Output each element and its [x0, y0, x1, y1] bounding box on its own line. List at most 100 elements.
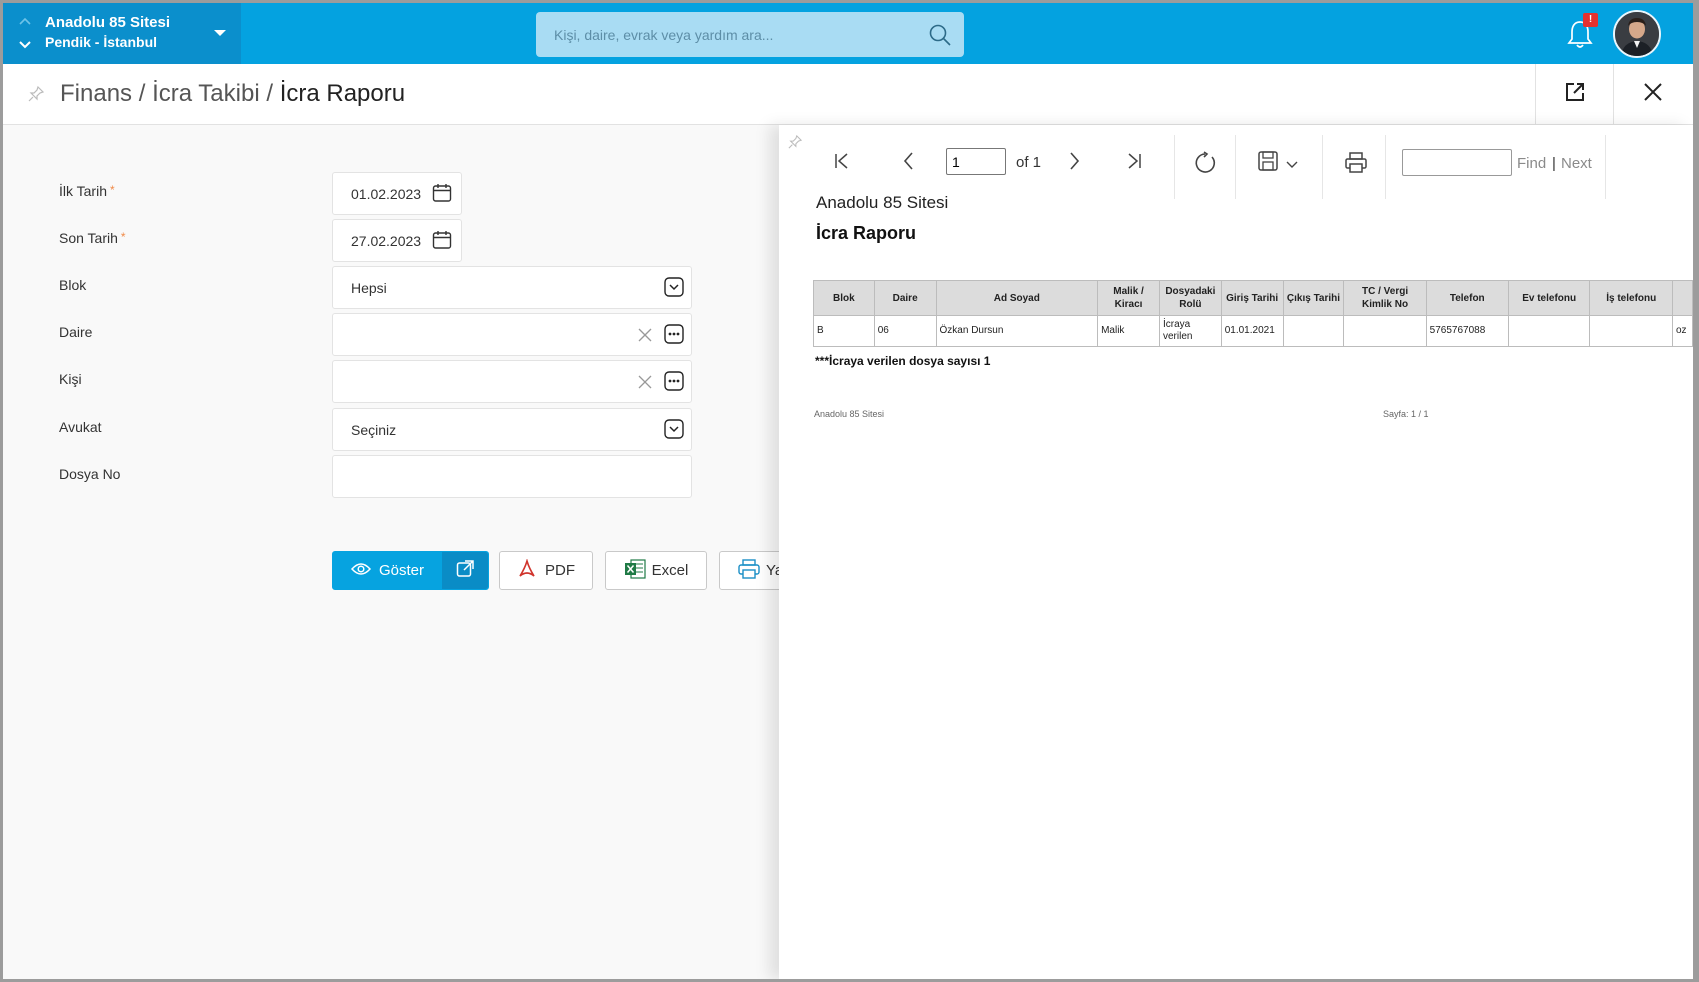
kisi-field[interactable]: [332, 360, 692, 403]
report-header-row: Blok Daire Ad Soyad Malik / Kiracı Dosya…: [813, 280, 1693, 316]
close-icon: [1643, 83, 1662, 106]
table-cell: B: [813, 315, 875, 347]
collapse-toggle-icon[interactable]: [17, 15, 33, 53]
ilk-tarih-value: 01.02.2023: [351, 186, 422, 202]
column-header: Çıkış Tarihi: [1282, 280, 1345, 316]
excel-button[interactable]: Excel: [605, 551, 707, 590]
dosya-no-label: Dosya No: [59, 466, 121, 482]
goster-new-window-button[interactable]: [442, 552, 488, 589]
table-cell: İcraya verilen: [1158, 315, 1222, 347]
column-header: Ev telefonu: [1507, 280, 1591, 316]
goster-button-group: Göster: [332, 551, 489, 590]
toolbar-separator: [1605, 135, 1606, 199]
daire-field[interactable]: [332, 313, 692, 356]
breadcrumb-separator: /: [132, 80, 153, 107]
table-row: B 06 Özkan Dursun Malik İcraya verilen 0…: [813, 315, 1693, 347]
son-tarih-label-text: Son Tarih: [59, 230, 118, 246]
required-marker: *: [109, 183, 115, 197]
column-header: Blok: [813, 280, 875, 316]
clear-icon[interactable]: [638, 375, 652, 394]
report-footer-page: Sayfa: 1 / 1: [1383, 409, 1429, 419]
close-button[interactable]: [1613, 64, 1691, 125]
site-switcher[interactable]: Anadolu 85 Sitesi Pendik - İstanbul: [3, 3, 241, 64]
dropdown-chevron-icon[interactable]: [664, 277, 684, 302]
notification-badge: !: [1583, 13, 1598, 27]
toolbar-separator: [1385, 135, 1386, 199]
clear-icon[interactable]: [638, 328, 652, 347]
search-input[interactable]: [536, 12, 916, 57]
goster-label: Göster: [378, 562, 424, 579]
avukat-select[interactable]: Seçiniz: [332, 408, 692, 451]
excel-label: Excel: [651, 562, 689, 579]
next-page-icon[interactable]: [1064, 151, 1084, 176]
table-cell: 5765767088: [1425, 315, 1509, 347]
open-new-window-button[interactable]: [1535, 64, 1613, 125]
table-cell: Malik: [1097, 315, 1160, 347]
goster-button[interactable]: Göster: [333, 552, 442, 589]
find-separator: |: [1552, 155, 1556, 172]
calendar-icon[interactable]: [432, 183, 452, 208]
blok-select[interactable]: Hepsi: [332, 266, 692, 309]
report-viewer: of 1 Find | Next Anadolu 85 Sitesi İcra …: [779, 125, 1693, 979]
report-site-name: Anadolu 85 Sitesi: [816, 193, 949, 212]
report-table: Blok Daire Ad Soyad Malik / Kiracı Dosya…: [813, 280, 1693, 347]
breadcrumb: Finans / İcra Takibi / İcra Raporu: [60, 80, 405, 108]
column-header: Daire: [873, 280, 937, 316]
caret-down-icon[interactable]: [213, 25, 227, 43]
pin-icon[interactable]: [788, 134, 803, 154]
column-header: Giriş Tarihi: [1220, 280, 1284, 316]
son-tarih-field[interactable]: 27.02.2023: [332, 219, 462, 262]
more-options-icon[interactable]: [664, 371, 684, 396]
pdf-button[interactable]: PDF: [499, 551, 593, 590]
refresh-icon[interactable]: [1193, 151, 1217, 180]
first-page-icon[interactable]: [832, 151, 852, 176]
table-cell: [1589, 315, 1673, 347]
avukat-label: Avukat: [59, 419, 102, 435]
toolbar-separator: [1235, 135, 1236, 199]
save-export-icon[interactable]: [1258, 150, 1302, 179]
ilk-tarih-field[interactable]: 01.02.2023: [332, 172, 462, 215]
breadcrumb-separator: /: [259, 80, 280, 107]
next-link[interactable]: Next: [1561, 155, 1592, 172]
more-options-icon[interactable]: [664, 324, 684, 349]
column-header: [1672, 280, 1693, 316]
report-summary-note: ***İcraya verilen dosya sayısı 1: [815, 354, 991, 368]
page-number-input[interactable]: [946, 148, 1006, 175]
table-cell: [1343, 315, 1427, 347]
print-icon[interactable]: [1344, 151, 1368, 180]
daire-label: Daire: [59, 324, 93, 340]
pdf-icon: [517, 557, 537, 583]
table-cell: 06: [873, 315, 937, 347]
user-avatar[interactable]: [1613, 10, 1661, 58]
pdf-label: PDF: [545, 562, 575, 579]
app-window: Anadolu 85 Sitesi Pendik - İstanbul !: [3, 3, 1693, 979]
dropdown-chevron-icon[interactable]: [664, 419, 684, 444]
site-name: Anadolu 85 Sitesi: [45, 14, 171, 31]
find-link[interactable]: Find: [1517, 155, 1546, 172]
breadcrumb-icra-takibi[interactable]: İcra Takibi: [152, 80, 260, 107]
printer-icon: [738, 558, 760, 583]
column-header: TC / Vergi Kimlik No: [1343, 280, 1427, 316]
search-icon[interactable]: [928, 23, 952, 52]
calendar-icon[interactable]: [432, 230, 452, 255]
top-bar: Anadolu 85 Sitesi Pendik - İstanbul !: [3, 3, 1693, 64]
dosya-no-input[interactable]: [332, 455, 692, 498]
page-count-label: of 1: [1016, 154, 1042, 171]
global-search: [536, 12, 964, 57]
toolbar-separator: [1174, 135, 1175, 199]
table-cell: 01.01.2021: [1220, 315, 1284, 347]
report-footer-site: Anadolu 85 Sitesi: [814, 409, 885, 419]
last-page-icon[interactable]: [1124, 151, 1144, 176]
column-header: Malik / Kiracı: [1097, 280, 1160, 316]
column-header: Ad Soyad: [935, 280, 1099, 316]
table-cell: [1282, 315, 1345, 347]
external-link-icon: [1564, 81, 1586, 108]
son-tarih-label: Son Tarih *: [59, 230, 126, 246]
ilk-tarih-label-text: İlk Tarih: [59, 183, 107, 199]
pin-icon[interactable]: [28, 85, 45, 107]
previous-page-icon[interactable]: [899, 151, 919, 176]
breadcrumb-finans[interactable]: Finans: [60, 80, 132, 107]
site-location: Pendik - İstanbul: [45, 34, 158, 50]
find-input[interactable]: [1402, 149, 1512, 176]
page-header: Finans / İcra Takibi / İcra Raporu: [3, 64, 1693, 125]
